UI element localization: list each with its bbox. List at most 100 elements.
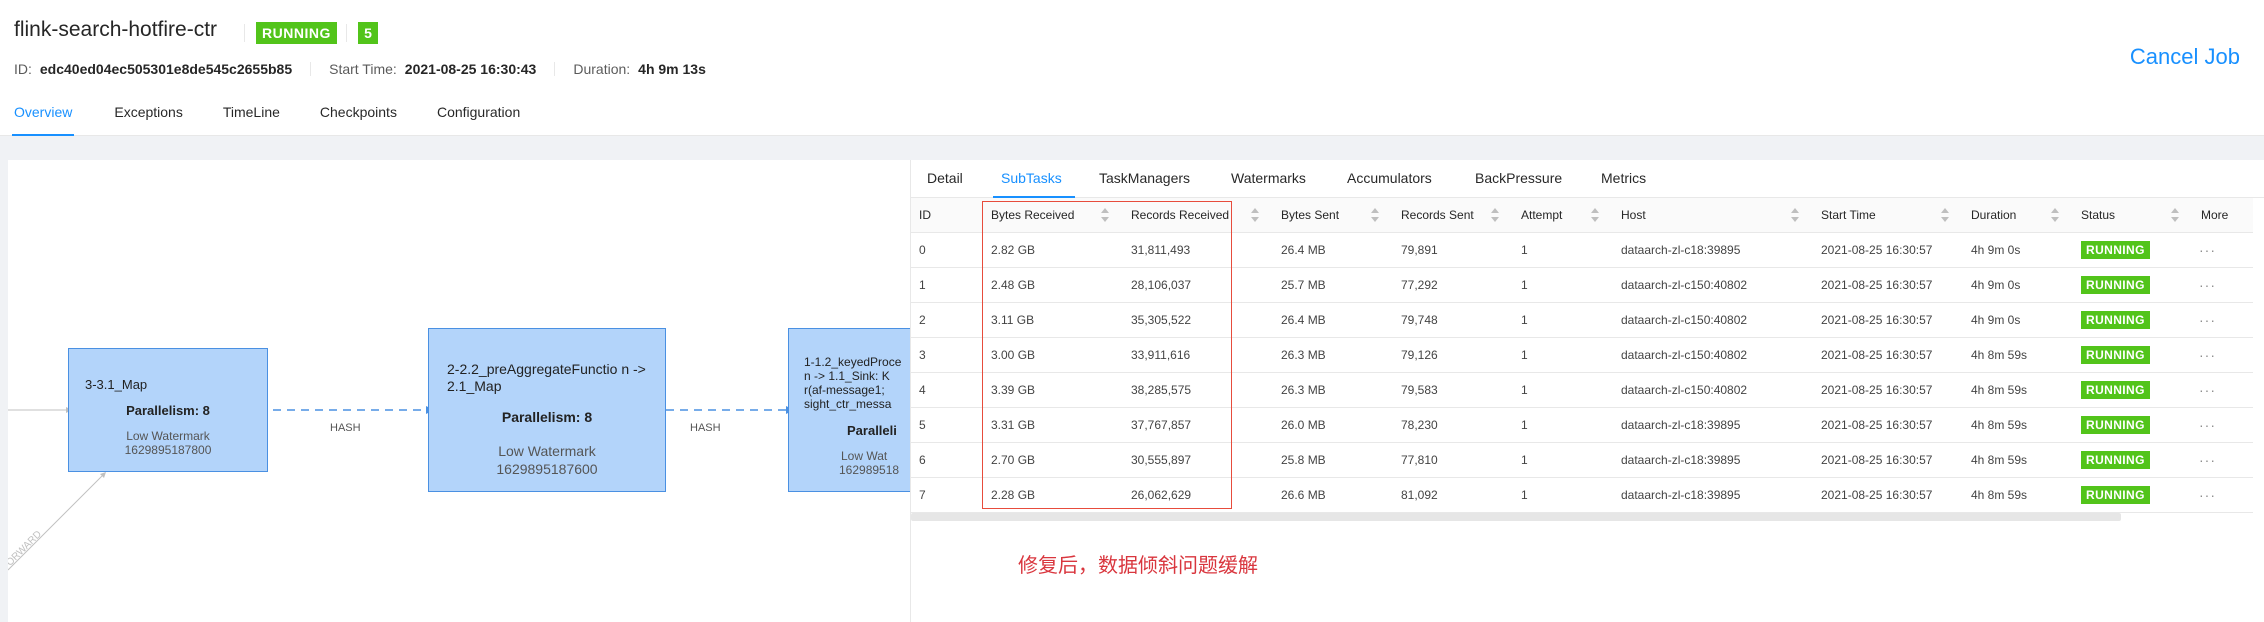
cell-records-sent: 79,126 [1393, 337, 1513, 373]
cell-host: dataarch-zl-c150:40802 [1613, 337, 1813, 373]
status-wrap: RUNNING [2073, 485, 2193, 504]
cell-more[interactable]: ··· [2193, 477, 2253, 513]
cell-status: RUNNING [2073, 337, 2193, 373]
more-icon[interactable]: ··· [2193, 382, 2216, 398]
col-host[interactable]: Host [1613, 198, 1813, 233]
tab-metrics[interactable]: Metrics [1601, 170, 1646, 186]
cell-start-time: 2021-08-25 16:30:57 [1813, 232, 1963, 268]
sort-icon[interactable] [1941, 207, 1949, 222]
node-watermark-label: Low Wat [841, 449, 888, 463]
tab-checkpoints[interactable]: Checkpoints [320, 102, 397, 136]
tab-taskmanagers[interactable]: TaskManagers [1099, 170, 1190, 186]
status-wrap: RUNNING [2073, 380, 2193, 399]
node-watermark-label: Low Watermark [126, 429, 210, 443]
col-attempt[interactable]: Attempt [1513, 198, 1613, 233]
col-status[interactable]: Status [2073, 198, 2193, 233]
cell-host-text: dataarch-zl-c18:39895 [1621, 452, 1741, 467]
col-records-sent[interactable]: Records Sent [1393, 198, 1513, 233]
table-horizontal-scrollbar[interactable] [911, 513, 2121, 521]
cell-id-text: 2 [919, 312, 926, 327]
tab-exceptions[interactable]: Exceptions [114, 102, 182, 136]
tab-configuration[interactable]: Configuration [437, 102, 520, 136]
col-host-label: Host [1621, 207, 1646, 222]
more-icon[interactable]: ··· [2193, 312, 2216, 328]
cell-more[interactable]: ··· [2193, 407, 2253, 443]
sort-icon[interactable] [1251, 207, 1259, 222]
cancel-job-button[interactable]: Cancel Job [2130, 44, 2240, 70]
more-icon[interactable]: ··· [2193, 452, 2216, 468]
tab-watermarks[interactable]: Watermarks [1231, 170, 1306, 186]
tab-backpressure[interactable]: BackPressure [1475, 170, 1562, 186]
cell-bytes-sent-text: 26.4 MB [1281, 242, 1326, 257]
cell-duration: 4h 9m 0s [1963, 232, 2073, 268]
tab-timeline[interactable]: TimeLine [223, 102, 280, 136]
node-parallelism: Parallelism: 8 [501, 409, 593, 425]
status-badge: RUNNING [2081, 485, 2150, 504]
cell-more[interactable]: ··· [2193, 372, 2253, 408]
tab-subtasks[interactable]: SubTasks [1001, 170, 1062, 186]
sort-icon[interactable] [1791, 207, 1799, 222]
cell-more[interactable]: ··· [2193, 302, 2253, 338]
col-bytes-sent[interactable]: Bytes Sent [1273, 198, 1393, 233]
tab-overview[interactable]: Overview [12, 102, 75, 136]
cell-start-time: 2021-08-25 16:30:57 [1813, 407, 1963, 443]
sort-icon[interactable] [1491, 207, 1499, 222]
status-badge: RUNNING [2081, 310, 2150, 329]
status-wrap: RUNNING [2073, 310, 2193, 329]
cell-bytes-sent: 25.8 MB [1273, 442, 1393, 478]
cell-id: 1 [911, 267, 983, 303]
node-parallelism: Paralleli [847, 423, 897, 438]
graph-node[interactable]: 1-1.2_keyedProce n -> 1.1_Sink: K r(af-m… [788, 328, 910, 492]
cell-start-time: 2021-08-25 16:30:57 [1813, 337, 1963, 373]
more-icon[interactable]: ··· [2193, 347, 2216, 363]
sort-icon[interactable] [1591, 207, 1599, 222]
status-wrap: RUNNING [2073, 345, 2193, 364]
cell-status: RUNNING [2073, 442, 2193, 478]
cell-records-sent-text: 79,891 [1401, 242, 1438, 257]
cell-records-sent: 79,583 [1393, 372, 1513, 408]
cell-duration: 4h 8m 59s [1963, 407, 2073, 443]
job-id-label: ID: [14, 61, 32, 77]
cell-start-time: 2021-08-25 16:30:57 [1813, 267, 1963, 303]
cell-records-sent: 81,092 [1393, 477, 1513, 513]
cell-more[interactable]: ··· [2193, 267, 2253, 303]
more-icon[interactable]: ··· [2193, 277, 2216, 293]
graph-node[interactable]: 3-3.1_Map Parallelism: 8 Low Watermark 1… [68, 348, 268, 472]
cell-more[interactable]: ··· [2193, 442, 2253, 478]
node-name: 1-1.2_keyedProce n -> 1.1_Sink: K r(af-m… [804, 355, 901, 411]
cell-host: dataarch-zl-c150:40802 [1613, 267, 1813, 303]
sort-icon[interactable] [1371, 207, 1379, 222]
cell-host-text: dataarch-zl-c150:40802 [1621, 382, 1748, 397]
duration-label: Duration: [573, 61, 631, 77]
cell-duration: 4h 8m 59s [1963, 372, 2073, 408]
meta-divider [310, 62, 312, 76]
sort-icon[interactable] [2051, 207, 2059, 222]
cell-id-text: 7 [919, 487, 926, 502]
status-badge: RUNNING [2081, 275, 2150, 294]
sort-icon[interactable] [2171, 207, 2179, 222]
col-more: More [2193, 198, 2253, 233]
cell-more[interactable]: ··· [2193, 337, 2253, 373]
cell-start-time-text: 2021-08-25 16:30:57 [1821, 242, 1933, 257]
cell-host: dataarch-zl-c18:39895 [1613, 232, 1813, 268]
tab-accumulators[interactable]: Accumulators [1347, 170, 1432, 186]
cell-more[interactable]: ··· [2193, 232, 2253, 268]
edge-label: HASH [690, 422, 721, 434]
status-badge: RUNNING [2081, 415, 2150, 434]
job-id-value: edc40ed04ec505301e8de545c2655b85 [39, 61, 293, 77]
graph-node[interactable]: 2-2.2_preAggregateFunctio n -> 2.1_Map P… [428, 328, 666, 492]
more-icon[interactable]: ··· [2193, 487, 2216, 503]
col-start-time[interactable]: Start Time [1813, 198, 1963, 233]
cell-duration-text: 4h 8m 59s [1971, 347, 2028, 362]
more-icon[interactable]: ··· [2193, 242, 2216, 258]
col-duration[interactable]: Duration [1963, 198, 2073, 233]
job-name: flink-search-hotfire-ctr [14, 18, 218, 41]
more-icon[interactable]: ··· [2193, 417, 2216, 433]
tab-detail[interactable]: Detail [927, 170, 963, 186]
job-graph[interactable]: HASH HASH FORWARD 3-3.1_Map Parallelism:… [8, 160, 910, 622]
cell-id-text: 0 [919, 242, 926, 257]
cell-id-text: 1 [919, 277, 926, 292]
title-divider [244, 24, 245, 42]
cell-id: 2 [911, 302, 983, 338]
job-status-badge: RUNNING [256, 22, 337, 44]
